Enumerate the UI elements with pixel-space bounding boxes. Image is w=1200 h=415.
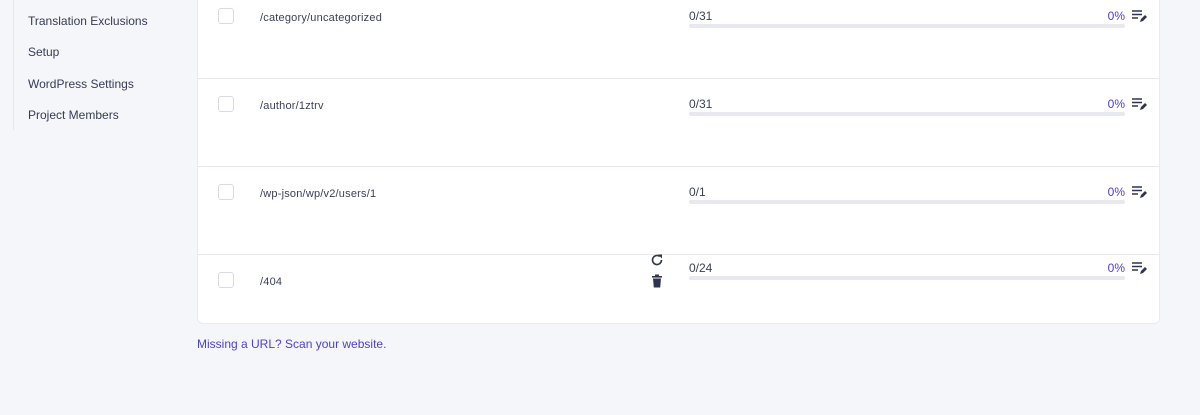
scan-website-link[interactable]: Missing a URL? Scan your website.	[197, 337, 386, 351]
row-progress-bar	[689, 276, 1125, 280]
trash-icon[interactable]	[650, 274, 664, 288]
sidebar: Translation Exclusions Setup WordPress S…	[0, 0, 175, 130]
edit-list-icon[interactable]	[1131, 96, 1147, 112]
row-url[interactable]: /wp-json/wp/v2/users/1	[260, 188, 376, 200]
row-checkbox[interactable]	[218, 96, 234, 112]
row-checkbox[interactable]	[218, 184, 234, 200]
row-percent: 0%	[1107, 185, 1125, 199]
sidebar-item-wordpress-settings[interactable]: WordPress Settings	[28, 77, 134, 91]
edit-list-icon[interactable]	[1131, 184, 1147, 200]
row-percent: 0%	[1107, 97, 1125, 111]
row-percent: 0%	[1107, 261, 1125, 275]
row-word-count: 0/1	[689, 185, 706, 199]
row-word-count: 0/31	[689, 97, 713, 111]
sidebar-item-setup[interactable]: Setup	[28, 45, 59, 59]
row-url[interactable]: /author/1ztrv	[260, 100, 324, 112]
row-progress-bar	[689, 112, 1125, 116]
table-row[interactable]: /404 0/24 0%	[198, 253, 1159, 325]
url-list-panel: /category/uncategorized 0/31 0% /author/…	[197, 0, 1160, 324]
table-row[interactable]: /wp-json/wp/v2/users/1 0/1 0%	[198, 167, 1159, 255]
row-checkbox[interactable]	[218, 272, 234, 288]
edit-list-icon[interactable]	[1131, 8, 1147, 24]
row-progress-bar	[689, 24, 1125, 28]
row-word-count: 0/31	[689, 9, 713, 23]
row-word-count: 0/24	[689, 261, 713, 275]
edit-list-icon[interactable]	[1131, 260, 1147, 276]
row-progress-bar	[689, 200, 1125, 204]
row-percent: 0%	[1107, 9, 1125, 23]
row-url[interactable]: /404	[260, 276, 282, 288]
sidebar-item-translation-exclusions[interactable]: Translation Exclusions	[28, 14, 148, 28]
row-url[interactable]: /category/uncategorized	[260, 12, 382, 24]
sidebar-divider	[13, 0, 14, 130]
row-checkbox[interactable]	[218, 8, 234, 24]
refresh-icon[interactable]	[650, 253, 664, 267]
table-row[interactable]: /author/1ztrv 0/31 0%	[198, 79, 1159, 167]
sidebar-item-project-members[interactable]: Project Members	[28, 108, 119, 122]
table-row[interactable]: /category/uncategorized 0/31 0%	[198, 0, 1159, 79]
